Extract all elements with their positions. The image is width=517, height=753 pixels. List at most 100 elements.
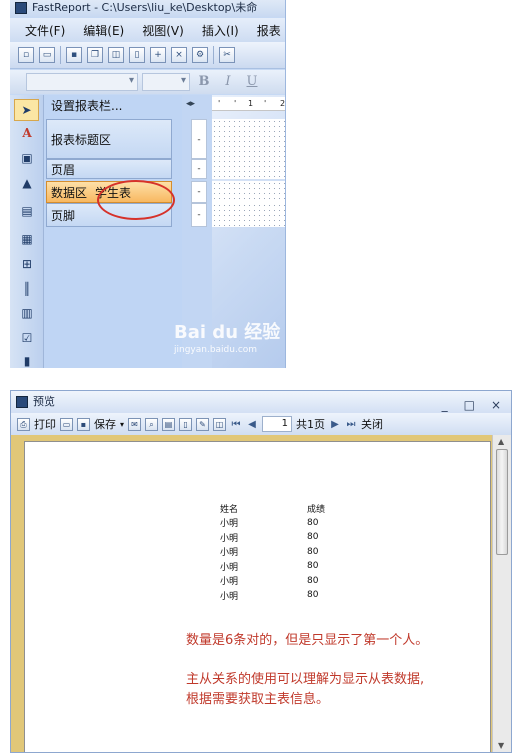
- header-score: 成绩: [307, 504, 326, 515]
- picture-icon[interactable]: ▣: [19, 150, 35, 166]
- preview-icon[interactable]: ◫: [108, 47, 124, 63]
- save-button[interactable]: 保存: [94, 416, 116, 432]
- band-report-title-label: 报表标题区: [51, 132, 112, 147]
- band-collapse-button[interactable]: -: [191, 203, 207, 227]
- barcode-icon[interactable]: ║: [19, 281, 35, 297]
- band-page-header[interactable]: 页眉: [46, 159, 172, 179]
- cell-score: 80: [307, 561, 319, 572]
- settings-icon[interactable]: ⚙: [192, 47, 208, 63]
- scrollbar-thumb[interactable]: [496, 449, 508, 555]
- last-page-icon[interactable]: ⏭: [345, 419, 357, 430]
- open-icon[interactable]: ▭: [39, 47, 55, 63]
- red-highlight-circle: [97, 180, 175, 220]
- table-icon[interactable]: ▦: [19, 231, 35, 247]
- open-icon[interactable]: ▭: [60, 417, 73, 431]
- font-size-combo[interactable]: [142, 73, 190, 91]
- first-page-icon[interactable]: ⏮: [230, 419, 242, 430]
- preview-title: 预览: [33, 395, 55, 408]
- menu-file[interactable]: 文件(F): [16, 22, 74, 39]
- page-add-icon[interactable]: +: [150, 47, 166, 63]
- toolbar-separator: [213, 46, 214, 64]
- richtext-icon[interactable]: ▥: [19, 305, 35, 321]
- cell-score: 80: [307, 575, 319, 586]
- find-icon[interactable]: ⌕: [145, 417, 159, 431]
- new-icon[interactable]: ▫: [18, 47, 34, 63]
- scroll-up-icon[interactable]: ▲: [498, 437, 504, 446]
- outline-icon[interactable]: ▤: [162, 417, 176, 431]
- ruler-digit: 2: [280, 99, 286, 108]
- band-page-header-label: 页眉: [51, 162, 76, 177]
- bold-button[interactable]: B: [194, 73, 214, 91]
- designer-format-toolbar: B I U: [10, 70, 285, 94]
- report-table: 姓名 成绩 小明 80 小明 80 小明 80 小明 80 小明 80 小明 8…: [220, 501, 347, 603]
- report-header-row: 姓名 成绩: [220, 501, 347, 516]
- table-row: 小明 80: [220, 574, 347, 589]
- ruler-tick: ': [218, 99, 221, 108]
- underline-button[interactable]: U: [242, 73, 262, 91]
- band-report-title[interactable]: 报表标题区: [46, 119, 172, 159]
- page-icon[interactable]: ▯: [129, 47, 145, 63]
- cell-score: 80: [307, 532, 319, 543]
- configure-bands-button[interactable]: 设置报表栏...: [46, 95, 180, 117]
- close-preview-button[interactable]: 关闭: [361, 416, 383, 432]
- cell-name: 小明: [220, 519, 239, 530]
- pointer-icon[interactable]: ➤: [14, 99, 39, 121]
- designer-menubar: 文件(F) 编辑(E) 视图(V) 插入(I) 报表: [10, 18, 285, 42]
- shapes-icon[interactable]: ▲: [19, 175, 35, 191]
- page-number-input[interactable]: 1: [262, 416, 293, 432]
- report-title-area[interactable]: [212, 119, 285, 159]
- save-icon[interactable]: ▪: [66, 47, 82, 63]
- copy-icon[interactable]: ❐: [87, 47, 103, 63]
- save-dropdown-icon[interactable]: ▾: [120, 420, 124, 429]
- annotation-count-note: 数量是6条对的，但是只显示了第一个人。: [186, 633, 429, 648]
- table-row: 小明 80: [220, 588, 347, 603]
- subreport-icon[interactable]: ▤: [19, 203, 35, 219]
- preview-toolbar: ⎙ 打印 ▭ ▪ 保存 ▾ ✉ ⌕ ▤ ▯ ✎ ◫ ⏮ ◀ 1 共1页 ▶ ⏭ …: [11, 413, 511, 435]
- text-icon[interactable]: A: [19, 125, 35, 141]
- scroll-down-icon[interactable]: ▼: [498, 741, 504, 750]
- ruler-tick: ': [234, 99, 237, 108]
- ruler-digit: 1: [248, 99, 254, 108]
- cut-icon[interactable]: ✂: [219, 47, 235, 63]
- cell-name: 小明: [220, 533, 239, 544]
- zoom-icon[interactable]: ◫: [213, 417, 227, 431]
- cell-name: 小明: [220, 577, 239, 588]
- baidu-watermark: Bai du 经验 jingyan.baidu.com: [174, 318, 284, 362]
- chart-icon[interactable]: ▮: [19, 353, 35, 368]
- annotation-master-info-note: 根据需要获取主表信息。: [186, 692, 330, 707]
- menu-view[interactable]: 视图(V): [133, 22, 193, 39]
- data-band-area[interactable]: [212, 181, 285, 203]
- annotation-master-detail-note: 主从关系的使用可以理解为显示从表数据,: [186, 672, 425, 687]
- band-collapse-button[interactable]: -: [191, 181, 207, 203]
- toolbar-separator: [60, 46, 61, 64]
- print-icon[interactable]: ⎙: [17, 417, 30, 431]
- header-name: 姓名: [220, 504, 239, 515]
- menu-report[interactable]: 报表: [248, 22, 285, 39]
- designer-standard-toolbar: ▫ ▭ ▪ ❐ ◫ ▯ + × ⚙ ✂: [10, 42, 285, 69]
- next-page-icon[interactable]: ▶: [329, 419, 341, 430]
- panel-arrows-icon[interactable]: ◂▸: [186, 99, 195, 109]
- menu-insert[interactable]: 插入(I): [193, 22, 248, 39]
- delete-icon[interactable]: ×: [171, 47, 187, 63]
- save-icon[interactable]: ▪: [77, 417, 90, 431]
- object-toolbar: ➤ A ▣ ▲ ▤ ▦ ⊞ ║ ▥ ☑ ▮: [10, 95, 44, 368]
- watermark-logo: Bai du 经验: [174, 322, 281, 343]
- page-header-area[interactable]: [212, 159, 285, 179]
- email-icon[interactable]: ✉: [128, 417, 142, 431]
- edit-icon[interactable]: ✎: [196, 417, 210, 431]
- band-collapse-button[interactable]: -: [191, 119, 207, 159]
- crosstab-icon[interactable]: ⊞: [19, 256, 35, 272]
- band-collapse-button[interactable]: -: [191, 159, 207, 179]
- font-name-combo[interactable]: [26, 73, 138, 91]
- italic-button[interactable]: I: [218, 73, 238, 91]
- prev-page-icon[interactable]: ◀: [246, 419, 258, 430]
- checkbox-icon[interactable]: ☑: [19, 330, 35, 346]
- page-setup-icon[interactable]: ▯: [179, 417, 193, 431]
- vertical-scrollbar[interactable]: ▲ ▼: [492, 435, 511, 752]
- table-row: 小明 80: [220, 559, 347, 574]
- table-row: 小明 80: [220, 545, 347, 560]
- menu-edit[interactable]: 编辑(E): [74, 22, 133, 39]
- print-button[interactable]: 打印: [34, 416, 56, 432]
- band-panel: 设置报表栏... 报表标题区 页眉 数据区 学生表 页脚: [44, 95, 182, 368]
- page-footer-area[interactable]: [212, 203, 285, 227]
